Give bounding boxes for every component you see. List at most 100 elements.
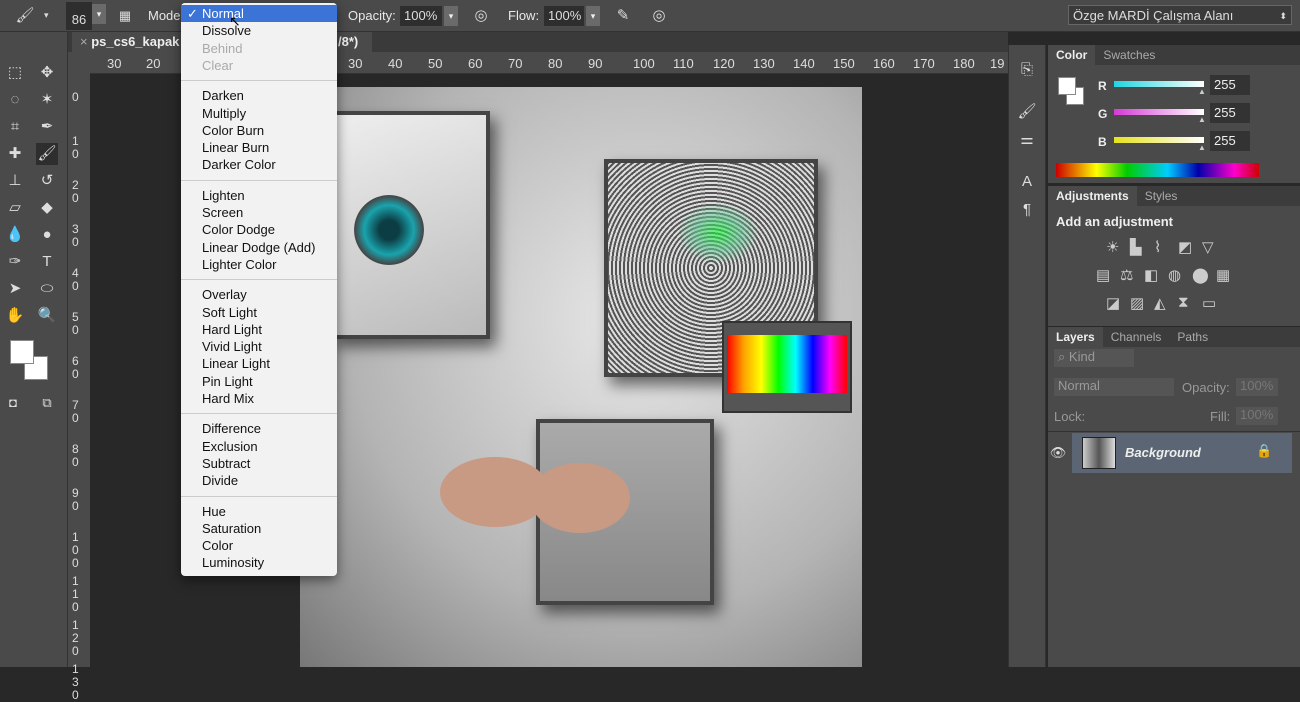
slider-handle-icon[interactable]: ▲ <box>1198 115 1206 124</box>
crop-icon[interactable]: ⌗ <box>4 116 26 138</box>
brush-presets-icon[interactable]: 🖌 <box>1016 101 1038 123</box>
hand-icon[interactable]: ✋ <box>4 305 26 327</box>
slider-handle-icon[interactable]: ▲ <box>1198 143 1206 152</box>
lasso-icon[interactable]: ◌ <box>4 89 26 111</box>
opacity-dropdown[interactable]: ▾ <box>444 6 458 26</box>
close-icon[interactable]: × <box>80 34 88 49</box>
dodge-icon[interactable]: ● <box>36 224 58 246</box>
brightness-icon[interactable]: ☀ <box>1106 238 1119 256</box>
menu-item-subtract[interactable]: Subtract <box>181 455 337 472</box>
pressure-size-icon[interactable]: ◎ <box>648 5 670 27</box>
channel-mixer-icon[interactable]: ⬤ <box>1192 266 1209 284</box>
channel-value-b[interactable]: 255 <box>1210 131 1250 151</box>
opacity-input[interactable]: 100% <box>400 6 442 26</box>
menu-item-hard-mix[interactable]: Hard Mix <box>181 390 337 407</box>
tab-adjustments[interactable]: Adjustments <box>1048 186 1137 206</box>
brush-size-picker[interactable]: 86 <box>66 2 92 30</box>
exposure-icon[interactable]: ◩ <box>1178 238 1192 256</box>
layer-blend-mode-select[interactable]: Normal <box>1054 378 1174 396</box>
menu-item-darker-color[interactable]: Darker Color <box>181 156 337 173</box>
menu-item-linear-light[interactable]: Linear Light <box>181 355 337 372</box>
brush-tool-icon[interactable]: 🖌 <box>14 5 36 27</box>
menu-item-divide[interactable]: Divide <box>181 472 337 489</box>
hue-sat-icon[interactable]: ▤ <box>1096 266 1110 284</box>
paragraph-icon[interactable]: ¶ <box>1016 199 1038 221</box>
quick-mask-icon[interactable]: ◘ <box>2 392 24 414</box>
posterize-icon[interactable]: ▨ <box>1130 294 1144 312</box>
pen-icon[interactable]: ✑ <box>4 251 26 273</box>
foreground-swatch[interactable] <box>10 340 34 364</box>
move-icon[interactable]: ✥ <box>36 62 58 84</box>
menu-item-color[interactable]: Color <box>181 537 337 554</box>
flow-input[interactable]: 100% <box>544 6 584 26</box>
tab-color[interactable]: Color <box>1048 45 1096 65</box>
tab-swatches[interactable]: Swatches <box>1095 45 1163 65</box>
healing-icon[interactable]: ✚ <box>4 143 26 165</box>
marquee-icon[interactable]: ⬚ <box>4 62 26 84</box>
blend-mode-menu[interactable]: ✓ Normal Dissolve Behind Clear Darken Multiply… <box>181 3 337 576</box>
eraser-icon[interactable]: ▱ <box>4 197 26 219</box>
layer-row-background[interactable]: Background 🔒 <box>1072 433 1292 473</box>
bw-icon[interactable]: ◧ <box>1144 266 1158 284</box>
screen-mode-icon[interactable]: ⧉ <box>36 392 58 414</box>
magic-wand-icon[interactable]: ✶ <box>36 89 58 111</box>
menu-item-luminosity[interactable]: Luminosity <box>181 554 337 571</box>
menu-item-lighter-color[interactable]: Lighter Color <box>181 256 337 273</box>
blur-icon[interactable]: 💧 <box>4 224 26 246</box>
layer-opacity-input[interactable]: 100% <box>1236 378 1278 396</box>
eyedropper-icon[interactable]: ✒ <box>36 116 58 138</box>
menu-item-screen[interactable]: Screen <box>181 204 337 221</box>
selective-color-icon[interactable]: ⧗ <box>1178 294 1189 311</box>
chevron-down-icon[interactable]: ▾ <box>44 10 49 21</box>
slider-handle-icon[interactable]: ▲ <box>1198 87 1206 96</box>
fill-input[interactable]: 100% <box>1236 407 1278 425</box>
menu-item-multiply[interactable]: Multiply <box>181 105 337 122</box>
menu-item-soft-light[interactable]: Soft Light <box>181 304 337 321</box>
workspace-switcher[interactable]: Özge MARDİ Çalışma Alanı ⬍ <box>1068 5 1292 25</box>
color-balance-icon[interactable]: ⚖ <box>1120 266 1133 284</box>
zoom-icon[interactable]: 🔍 <box>36 305 58 327</box>
menu-item-overlay[interactable]: Overlay <box>181 286 337 303</box>
history-icon[interactable]: ⎘ <box>1016 59 1038 81</box>
type-icon[interactable]: T <box>36 251 58 273</box>
ellipse-icon[interactable]: ⬭ <box>36 278 58 300</box>
path-select-icon[interactable]: ➤ <box>4 278 26 300</box>
visibility-eye-icon[interactable]: 👁 <box>1048 433 1068 473</box>
color-lookup-icon[interactable]: ▦ <box>1216 266 1230 284</box>
menu-item-color-burn[interactable]: Color Burn <box>181 122 337 139</box>
menu-item-linear-burn[interactable]: Linear Burn <box>181 139 337 156</box>
tab-channels[interactable]: Channels <box>1103 327 1170 347</box>
levels-icon[interactable]: ▙ <box>1130 238 1142 256</box>
tab-styles[interactable]: Styles <box>1137 186 1186 206</box>
menu-item-hue[interactable]: Hue <box>181 503 337 520</box>
gradient-map-icon[interactable]: ▭ <box>1202 294 1216 312</box>
history-brush-icon[interactable]: ↺ <box>36 170 58 192</box>
menu-item-saturation[interactable]: Saturation <box>181 520 337 537</box>
color-spectrum-bar[interactable] <box>1056 163 1259 177</box>
channel-slider-b[interactable] <box>1114 137 1204 143</box>
menu-item-difference[interactable]: Difference <box>181 420 337 437</box>
pressure-opacity-icon[interactable]: ◎ <box>470 5 492 27</box>
tab-layers[interactable]: Layers <box>1048 327 1103 347</box>
channel-slider-r[interactable] <box>1114 81 1204 87</box>
menu-item-dissolve[interactable]: Dissolve <box>181 22 337 39</box>
threshold-icon[interactable]: ◭ <box>1154 294 1166 312</box>
menu-item-linear-dodge-add[interactable]: Linear Dodge (Add) <box>181 239 337 256</box>
menu-item-color-dodge[interactable]: Color Dodge <box>181 221 337 238</box>
channel-slider-g[interactable] <box>1114 109 1204 115</box>
layer-filter-kind[interactable]: ⌕ Kind <box>1054 349 1134 367</box>
airbrush-icon[interactable]: ✎ <box>612 5 634 27</box>
brush-preset-dropdown[interactable]: ▾ <box>92 4 106 24</box>
menu-item-hard-light[interactable]: Hard Light <box>181 321 337 338</box>
tool-presets-icon[interactable]: ⚌ <box>1016 129 1038 151</box>
channel-value-r[interactable]: 255 <box>1210 75 1250 95</box>
brush-icon[interactable]: 🖌 <box>36 143 58 165</box>
flow-dropdown[interactable]: ▾ <box>586 6 600 26</box>
invert-icon[interactable]: ◪ <box>1106 294 1120 312</box>
menu-item-vivid-light[interactable]: Vivid Light <box>181 338 337 355</box>
channel-value-g[interactable]: 255 <box>1210 103 1250 123</box>
foreground-color[interactable] <box>1058 77 1076 95</box>
brush-panel-icon[interactable]: ▦ <box>114 5 136 27</box>
menu-item-darken[interactable]: Darken <box>181 87 337 104</box>
vertical-ruler[interactable]: 0 10 20 30 40 50 60 70 80 90 100 110 120 130 <box>68 75 90 702</box>
